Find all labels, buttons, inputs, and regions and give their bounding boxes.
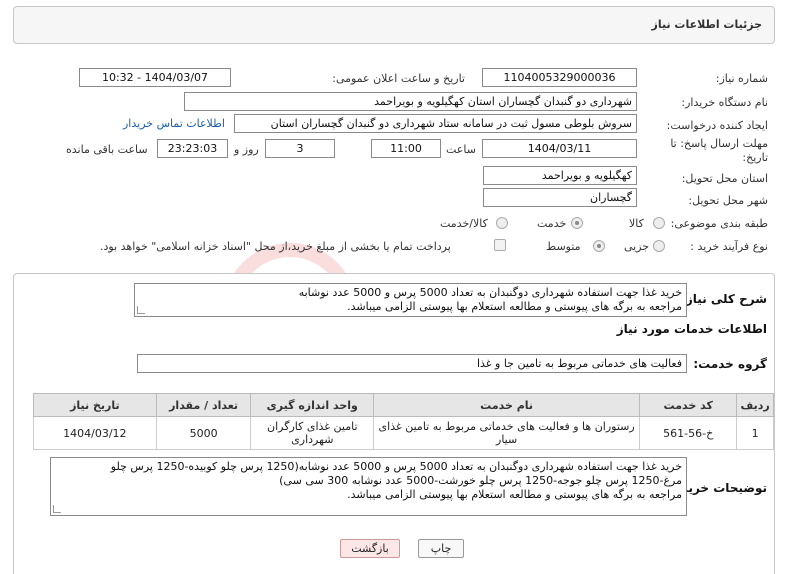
col-date: تاریخ نیاز xyxy=(33,393,157,417)
cell-code: خ-56-561 xyxy=(639,416,738,450)
deadline-time-field[interactable]: 11:00 xyxy=(371,139,441,158)
page-title: جزئیات اطلاعات نیاز xyxy=(651,18,763,31)
process-radio-medium[interactable] xyxy=(593,240,605,252)
buyer-org-field[interactable]: شهرداری دو گنبدان گچساران استان کهگیلویه… xyxy=(184,92,637,111)
table-row: 1 خ-56-561 رستوران ها و فعالیت های خدمات… xyxy=(33,416,774,450)
treasury-bonds-checkbox[interactable] xyxy=(494,239,506,251)
category-label: طبقه بندی موضوعی: xyxy=(670,217,768,230)
buyer-notes-line-2: مرغ-1250 پرس چلو جوجه-1250 پرس چلو خورشت… xyxy=(279,474,682,487)
category-option-goods-service: کالا/خدمت xyxy=(440,217,488,230)
buyer-org-label: نام دستگاه خریدار: xyxy=(681,96,768,109)
col-name: نام خدمت xyxy=(373,393,641,417)
process-option-medium: متوسط xyxy=(546,240,581,253)
treasury-bonds-note: پرداخت تمام یا بخشی از مبلغ خرید،از محل … xyxy=(100,240,451,253)
need-number-label: شماره نیاز: xyxy=(715,72,768,85)
category-radio-service[interactable] xyxy=(571,217,583,229)
service-group-field[interactable]: فعالیت های خدماتی مربوط به تامین جا و غذ… xyxy=(137,354,687,373)
description-label: شرح کلی نیاز: xyxy=(681,292,767,306)
cell-qty: 5000 xyxy=(155,416,252,450)
days-label: روز و xyxy=(234,143,259,156)
buyer-notes-textarea[interactable]: خرید غذا جهت استفاده شهرداری دوگنبدان به… xyxy=(50,457,687,516)
category-option-goods: کالا xyxy=(629,217,644,230)
page-header: جزئیات اطلاعات نیاز xyxy=(13,6,775,44)
cell-unit-line-2: شهرداری xyxy=(291,433,334,446)
cell-row: 1 xyxy=(736,416,774,450)
buyer-notes-line-3: مراجعه به برگه های پیوستی و مطالعه استعل… xyxy=(347,488,682,501)
col-qty: تعداد / مقدار xyxy=(155,393,252,417)
col-unit: واحد اندازه گیری xyxy=(250,393,375,417)
process-radio-minor[interactable] xyxy=(653,240,665,252)
category-option-service: خدمت xyxy=(537,217,567,230)
col-code: کد خدمت xyxy=(639,393,738,417)
creator-label: ایجاد کننده درخواست: xyxy=(666,119,768,132)
province-label: استان محل تحویل: xyxy=(681,172,768,185)
description-line-1: خرید غذا جهت استفاده شهرداری دوگنبدان به… xyxy=(298,286,682,299)
description-line-2: مراجعه به برگه های پیوستی و مطالعه استعل… xyxy=(347,300,682,313)
cell-name: رستوران ها و فعالیت های خدماتی مربوط به … xyxy=(373,416,641,450)
buyer-notes-line-1: خرید غذا جهت استفاده شهرداری دوگنبدان به… xyxy=(110,460,682,473)
need-number-field[interactable]: 1104005329000036 xyxy=(482,68,637,87)
resize-handle-icon[interactable] xyxy=(53,505,61,513)
service-group-label: گروه خدمت: xyxy=(693,357,767,371)
print-button[interactable]: چاپ xyxy=(418,539,464,558)
contact-buyer-link[interactable]: اطلاعات تماس خریدار xyxy=(123,117,225,130)
deadline-date-field[interactable]: 1404/03/11 xyxy=(482,139,637,158)
city-label: شهر محل تحویل: xyxy=(688,194,768,207)
creator-field[interactable]: سروش بلوطی مسول ثبت در سامانه ستاد شهردا… xyxy=(234,114,637,133)
announce-field[interactable]: 1404/03/07 - 10:32 xyxy=(79,68,231,87)
deadline-date-label: تاریخ: xyxy=(742,151,768,164)
category-radio-goods[interactable] xyxy=(653,217,665,229)
days-field[interactable]: 3 xyxy=(265,139,335,158)
deadline-label: مهلت ارسال پاسخ: تا xyxy=(670,137,768,150)
services-heading: اطلاعات خدمات مورد نیاز xyxy=(616,322,767,336)
cell-unit-line-1: تامین غذای کارگران xyxy=(267,420,358,433)
remaining-time-field[interactable]: 23:23:03 xyxy=(157,139,228,158)
announce-label: تاریخ و ساعت اعلان عمومی: xyxy=(332,72,465,85)
back-button[interactable]: بازگشت xyxy=(340,539,400,558)
table-header-row: ردیف کد خدمت نام خدمت واحد اندازه گیری ت… xyxy=(33,393,774,417)
remaining-label: ساعت باقی مانده xyxy=(66,143,148,156)
services-table: ردیف کد خدمت نام خدمت واحد اندازه گیری ت… xyxy=(33,393,774,450)
col-row: ردیف xyxy=(736,393,774,417)
province-field[interactable]: کهگیلویه و بویراحمد xyxy=(483,166,637,185)
description-textarea[interactable]: خرید غذا جهت استفاده شهرداری دوگنبدان به… xyxy=(134,283,687,317)
cell-unit: تامین غذای کارگران شهرداری xyxy=(250,416,375,450)
process-label: نوع فرآیند خرید : xyxy=(690,240,768,253)
category-radio-goods-service[interactable] xyxy=(496,217,508,229)
process-option-minor: جزیی xyxy=(624,240,650,253)
deadline-time-label: ساعت xyxy=(446,143,476,156)
resize-handle-icon[interactable] xyxy=(137,306,145,314)
city-field[interactable]: گچساران xyxy=(483,188,637,207)
cell-date: 1404/03/12 xyxy=(33,416,157,450)
